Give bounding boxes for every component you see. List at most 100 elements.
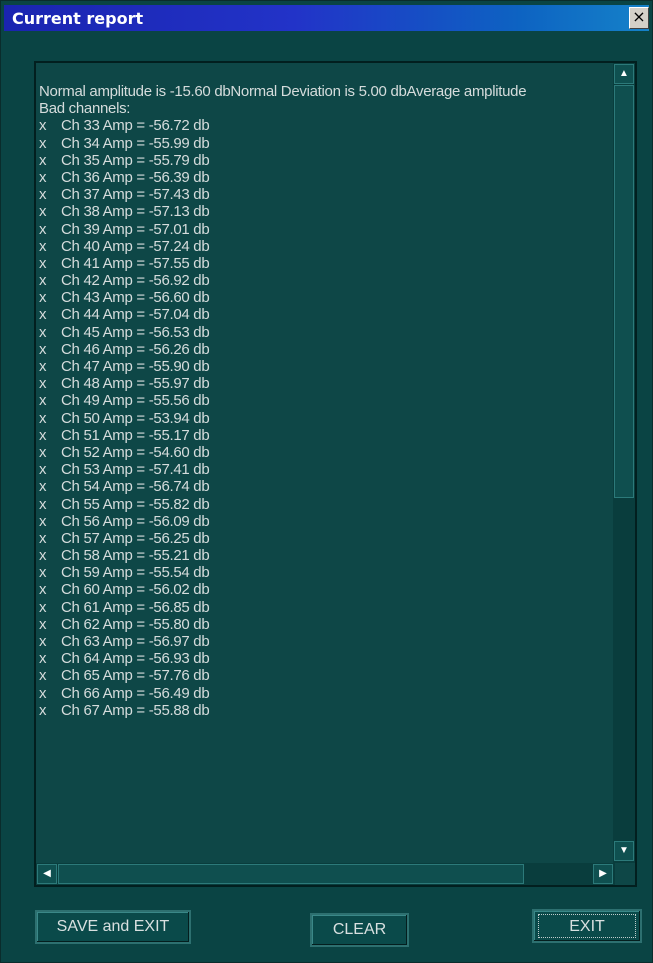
channel-text: Ch 36 Amp = -56.39 db — [61, 168, 210, 186]
channel-row: x Ch 58 Amp = -55.21 db — [39, 547, 615, 564]
channel-row: x Ch 51 Amp = -55.17 db — [39, 427, 615, 444]
channel-text: Ch 39 Amp = -57.01 db — [61, 220, 210, 238]
channel-mark: x — [39, 667, 47, 685]
channel-mark: x — [39, 684, 47, 702]
channel-mark: x — [39, 117, 47, 135]
channel-mark: x — [39, 426, 47, 444]
channel-row: x Ch 53 Amp = -57.41 db — [39, 461, 615, 478]
channel-text: Ch 37 Amp = -57.43 db — [61, 186, 210, 204]
channel-text: Ch 63 Amp = -56.97 db — [61, 633, 210, 650]
channel-mark: x — [39, 615, 47, 633]
channel-text: Ch 44 Amp = -57.04 db — [61, 306, 210, 324]
channel-mark: x — [39, 151, 47, 169]
channel-row: x Ch 44 Amp = -57.04 db — [39, 306, 615, 323]
channel-row: x Ch 57 Amp = -56.25 db — [39, 530, 615, 547]
exit-button-label: EXIT — [538, 914, 636, 938]
channel-text: Ch 46 Amp = -56.26 db — [61, 340, 210, 358]
report-window: Current report × Normal amplitude is -15… — [0, 0, 653, 963]
channel-row: x Ch 42 Amp = -56.92 db — [39, 272, 615, 289]
channel-row: x Ch 38 Amp = -57.13 db — [39, 203, 615, 220]
close-button[interactable]: × — [629, 7, 649, 29]
channel-mark: x — [39, 323, 47, 341]
scroll-left-button[interactable]: ◀ — [37, 864, 57, 884]
channel-mark: x — [39, 495, 47, 513]
channel-text: Ch 50 Amp = -53.94 db — [61, 409, 210, 427]
channel-mark: x — [39, 598, 47, 616]
channel-text: Ch 47 Amp = -55.90 db — [61, 358, 210, 375]
scroll-down-button[interactable]: ▼ — [614, 841, 634, 861]
channel-row: x Ch 48 Amp = -55.97 db — [39, 375, 615, 392]
channel-row: x Ch 62 Amp = -55.80 db — [39, 616, 615, 633]
channel-mark: x — [39, 512, 47, 530]
channel-mark: x — [39, 237, 47, 255]
channel-mark: x — [39, 168, 47, 186]
clear-button[interactable]: CLEAR — [310, 913, 409, 947]
channel-text: Ch 51 Amp = -55.17 db — [61, 426, 210, 444]
channel-row: x Ch 41 Amp = -57.55 db — [39, 255, 615, 272]
scroll-right-button[interactable]: ▶ — [593, 864, 613, 884]
channel-mark: x — [39, 529, 47, 547]
horizontal-scrollbar[interactable]: ◀ ▶ — [36, 863, 615, 885]
scroll-up-button[interactable]: ▲ — [614, 64, 634, 84]
channel-row: x Ch 63 Amp = -56.97 db — [39, 633, 615, 650]
channel-row: x Ch 34 Amp = -55.99 db — [39, 135, 615, 152]
scroll-up-icon: ▲ — [619, 68, 629, 79]
channel-mark: x — [39, 220, 47, 238]
channel-text: Ch 48 Amp = -55.97 db — [61, 375, 210, 393]
vertical-scrollbar[interactable]: ▲ ▼ — [613, 63, 635, 863]
report-text-area[interactable]: Normal amplitude is -15.60 dbNormal Devi… — [34, 61, 637, 887]
channel-row: x Ch 50 Amp = -53.94 db — [39, 410, 615, 427]
channel-text: Ch 42 Amp = -56.92 db — [61, 272, 210, 290]
channel-row: x Ch 66 Amp = -56.49 db — [39, 685, 615, 702]
channel-mark: x — [39, 461, 47, 479]
channel-text: Ch 34 Amp = -55.99 db — [61, 134, 210, 152]
channel-row: x Ch 65 Amp = -57.76 db — [39, 667, 615, 684]
channel-mark: x — [39, 581, 47, 599]
channel-text: Ch 45 Amp = -56.53 db — [61, 323, 210, 341]
channel-text: Ch 55 Amp = -55.82 db — [61, 495, 210, 513]
channel-text: Ch 43 Amp = -56.60 db — [61, 289, 210, 307]
channel-mark: x — [39, 633, 47, 650]
channel-mark: x — [39, 272, 47, 290]
channel-text: Ch 60 Amp = -56.02 db — [61, 581, 210, 599]
channel-list: x Ch 33 Amp = -56.72 db x Ch 34 Amp = -55.9… — [39, 117, 615, 719]
scroll-left-icon: ◀ — [43, 868, 51, 879]
channel-row: x Ch 59 Amp = -55.54 db — [39, 564, 615, 581]
channel-text: Ch 67 Amp = -55.88 db — [61, 701, 210, 719]
exit-button[interactable]: EXIT — [532, 909, 642, 943]
channel-text: Ch 40 Amp = -57.24 db — [61, 237, 210, 255]
report-summary: Normal amplitude is -15.60 dbNormal Devi… — [39, 83, 527, 100]
channel-row: x Ch 39 Amp = -57.01 db — [39, 221, 615, 238]
channel-text: Ch 58 Amp = -55.21 db — [61, 547, 210, 565]
channel-mark: x — [39, 186, 47, 204]
channel-row: x Ch 56 Amp = -56.09 db — [39, 513, 615, 530]
channel-mark: x — [39, 340, 47, 358]
title-bar[interactable]: Current report × — [4, 5, 649, 31]
channel-row: x Ch 60 Amp = -56.02 db — [39, 581, 615, 598]
channel-row: x Ch 54 Amp = -56.74 db — [39, 478, 615, 495]
channel-mark: x — [39, 650, 47, 668]
channel-row: x Ch 46 Amp = -56.26 db — [39, 341, 615, 358]
channel-mark: x — [39, 358, 47, 375]
channel-row: x Ch 61 Amp = -56.85 db — [39, 599, 615, 616]
channel-text: Ch 35 Amp = -55.79 db — [61, 151, 210, 169]
channel-text: Ch 59 Amp = -55.54 db — [61, 564, 210, 582]
report-content: Normal amplitude is -15.60 dbNormal Devi… — [39, 67, 615, 861]
channel-text: Ch 52 Amp = -54.60 db — [61, 443, 210, 461]
vertical-scroll-thumb[interactable] — [614, 85, 634, 498]
channel-mark: x — [39, 306, 47, 324]
scroll-right-icon: ▶ — [599, 868, 607, 879]
channel-text: Ch 33 Amp = -56.72 db — [61, 117, 210, 135]
channel-mark: x — [39, 478, 47, 496]
channel-row: x Ch 45 Amp = -56.53 db — [39, 324, 615, 341]
channel-text: Ch 56 Amp = -56.09 db — [61, 512, 210, 530]
channel-row: x Ch 64 Amp = -56.93 db — [39, 650, 615, 667]
channel-text: Ch 41 Amp = -57.55 db — [61, 254, 210, 272]
bad-channels-heading: Bad channels: — [39, 100, 131, 118]
channel-row: x Ch 49 Amp = -55.56 db — [39, 392, 615, 409]
channel-text: Ch 38 Amp = -57.13 db — [61, 203, 210, 221]
channel-mark: x — [39, 392, 47, 410]
channel-mark: x — [39, 134, 47, 152]
horizontal-scroll-thumb[interactable] — [58, 864, 524, 884]
save-and-exit-button[interactable]: SAVE and EXIT — [35, 910, 191, 944]
